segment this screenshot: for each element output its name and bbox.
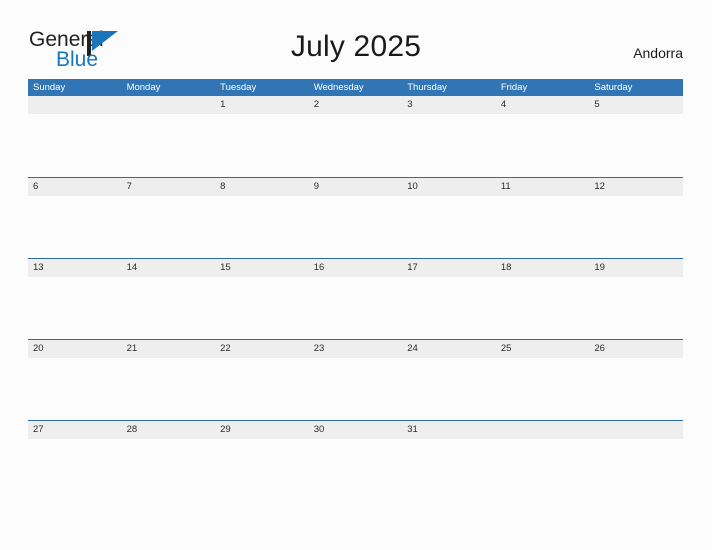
day-cell[interactable]: 11 xyxy=(496,178,590,196)
day-cell[interactable]: 26 xyxy=(589,340,683,358)
day-cell[interactable] xyxy=(122,96,216,114)
page-title: July 2025 xyxy=(290,30,422,63)
day-cell[interactable]: 19 xyxy=(589,259,683,277)
day-cell[interactable]: 30 xyxy=(309,421,403,439)
day-cell[interactable]: 31 xyxy=(402,421,496,439)
day-cell[interactable]: 12 xyxy=(589,178,683,196)
day-cell[interactable]: 10 xyxy=(402,178,496,196)
day-cell[interactable]: 17 xyxy=(402,259,496,277)
day-cell[interactable]: 25 xyxy=(496,340,590,358)
week-number-band: 27 28 29 30 31 xyxy=(28,420,683,439)
day-cell[interactable]: 16 xyxy=(309,259,403,277)
day-cell[interactable]: 13 xyxy=(28,259,122,277)
weekday-header-sunday: Sunday xyxy=(33,82,66,93)
week-note-area[interactable] xyxy=(28,114,683,177)
calendar-week-row: 1 2 3 4 5 xyxy=(28,96,683,177)
day-cell[interactable]: 27 xyxy=(28,421,122,439)
day-cell[interactable]: 18 xyxy=(496,259,590,277)
day-cell[interactable]: 22 xyxy=(215,340,309,358)
week-number-band: 6 7 8 9 10 11 12 xyxy=(28,177,683,196)
day-cell[interactable]: 15 xyxy=(215,259,309,277)
weekday-header-monday: Monday xyxy=(126,82,161,93)
calendar-grid: Sunday Monday Tuesday Wednesday Thursday… xyxy=(28,79,683,501)
day-cell[interactable]: 28 xyxy=(122,421,216,439)
day-cell[interactable]: 5 xyxy=(589,96,683,114)
day-cell[interactable]: 1 xyxy=(215,96,309,114)
week-number-band: 13 14 15 16 17 18 19 xyxy=(28,258,683,277)
day-cell[interactable]: 9 xyxy=(309,178,403,196)
weekday-header-tuesday: Tuesday xyxy=(220,82,257,93)
day-cell[interactable]: 23 xyxy=(309,340,403,358)
calendar-week-row: 27 28 29 30 31 xyxy=(28,420,683,501)
calendar-week-row: 13 14 15 16 17 18 19 xyxy=(28,258,683,339)
day-cell[interactable]: 4 xyxy=(496,96,590,114)
weekday-header-friday: Friday xyxy=(500,82,528,93)
week-number-band: 20 21 22 23 24 25 26 xyxy=(28,339,683,358)
weekday-header-wednesday: Wednesday xyxy=(313,82,364,93)
weekday-header-thursday: Thursday xyxy=(407,82,447,93)
day-cell[interactable]: 20 xyxy=(28,340,122,358)
day-cell[interactable]: 6 xyxy=(28,178,122,196)
day-cell[interactable] xyxy=(28,96,122,114)
day-cell[interactable]: 21 xyxy=(122,340,216,358)
calendar-week-row: 20 21 22 23 24 25 26 xyxy=(28,339,683,420)
day-cell[interactable]: 2 xyxy=(309,96,403,114)
weekday-header-saturday: Saturday xyxy=(594,82,633,93)
week-note-area[interactable] xyxy=(28,439,683,502)
week-note-area[interactable] xyxy=(28,196,683,259)
day-cell[interactable]: 7 xyxy=(122,178,216,196)
day-cell[interactable]: 29 xyxy=(215,421,309,439)
day-cell[interactable]: 3 xyxy=(402,96,496,114)
week-note-area[interactable] xyxy=(28,358,683,421)
page-header: General Blue July 2025 Andorra xyxy=(0,0,712,79)
day-cell[interactable]: 14 xyxy=(122,259,216,277)
country-label: Andorra xyxy=(633,45,683,61)
weekday-header-row: Sunday Monday Tuesday Wednesday Thursday… xyxy=(28,79,683,96)
week-note-area[interactable] xyxy=(28,277,683,340)
day-cell[interactable]: 8 xyxy=(215,178,309,196)
day-cell[interactable] xyxy=(496,421,590,439)
day-cell[interactable]: 24 xyxy=(402,340,496,358)
week-number-band: 1 2 3 4 5 xyxy=(28,96,683,114)
calendar-week-row: 6 7 8 9 10 11 12 xyxy=(28,177,683,258)
day-cell[interactable] xyxy=(589,421,683,439)
